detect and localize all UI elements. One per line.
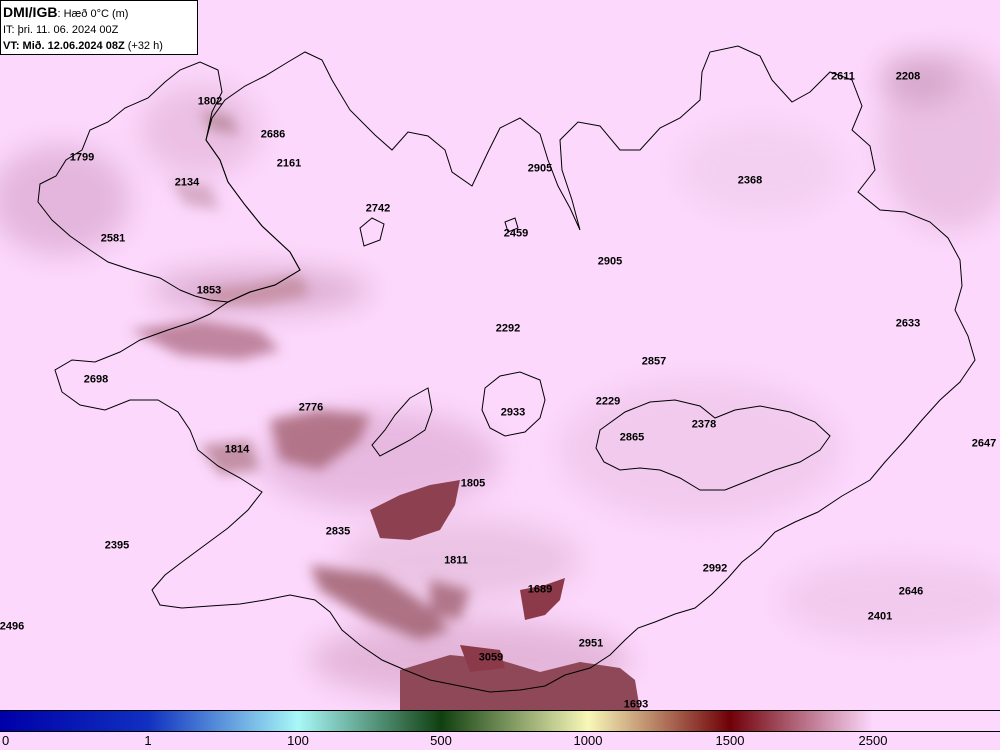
value-label: 1805: [460, 477, 486, 490]
value-label: 3059: [478, 651, 504, 664]
valid-time-line: VT: Mið. 12.06.2024 08Z (+32 h): [3, 38, 197, 54]
value-label: 2646: [898, 585, 924, 598]
value-label: 2208: [895, 70, 921, 83]
value-label: 2161: [276, 157, 302, 170]
value-label: 1802: [197, 95, 223, 108]
value-label: 2776: [298, 401, 324, 414]
colorbar-tick-label: 1500: [715, 733, 745, 748]
value-label: 1814: [224, 443, 250, 456]
value-label: 1811: [444, 554, 468, 567]
value-label: 2698: [83, 373, 109, 386]
value-label: 2857: [641, 355, 667, 368]
value-label: 2835: [325, 525, 351, 538]
value-label: 2368: [737, 174, 763, 187]
value-label: 2496: [0, 620, 25, 633]
value-label: 1689: [527, 583, 553, 596]
colorbar-ticks: 0 1 100 500 1000 1500 2500: [0, 732, 1000, 750]
value-label: 2581: [100, 232, 126, 245]
value-label: 2401: [867, 610, 893, 623]
colorbar-tick-label: 1000: [573, 733, 603, 748]
value-label: 2992: [702, 562, 728, 575]
value-label: 2378: [691, 418, 717, 431]
value-label: 2395: [104, 539, 130, 552]
colorbar-tick-label: 2500: [858, 733, 888, 748]
colorbar-tick-label: 1: [144, 733, 152, 748]
colorbar-tick-label: 100: [287, 733, 309, 748]
value-label: 2611: [831, 70, 855, 83]
value-label: 1799: [69, 151, 95, 164]
value-label: 2633: [895, 317, 921, 330]
value-label: 2865: [619, 431, 645, 444]
value-label: 2459: [503, 227, 529, 240]
value-label: 2292: [495, 322, 521, 335]
freezing-level-map: [0, 0, 1000, 710]
value-label: 2742: [365, 202, 391, 215]
value-label: 2951: [578, 637, 604, 650]
valid-time: VT: Mið. 12.06.2024 08Z: [3, 40, 125, 52]
init-time: IT: þri. 11. 06. 2024 00Z: [3, 24, 119, 36]
lead-time: (+32 h): [124, 40, 163, 52]
colorbar-tick-label: 0: [2, 733, 10, 748]
colorbar: [0, 710, 1000, 732]
field-title: : Hæð 0°C (m): [57, 8, 129, 20]
title-line: DMI/IGB: Hæð 0°C (m): [3, 4, 197, 22]
colorbar-tick-label: 500: [430, 733, 452, 748]
brand-label: DMI/IGB: [3, 4, 58, 20]
value-label: 2229: [595, 395, 621, 408]
value-label: 2905: [527, 162, 553, 175]
value-label: 2905: [597, 255, 623, 268]
value-label: 2134: [174, 176, 200, 189]
value-label: 1693: [623, 698, 649, 711]
value-label: 2647: [971, 437, 997, 450]
value-label: 2933: [500, 406, 526, 419]
title-box: DMI/IGB: Hæð 0°C (m) IT: þri. 11. 06. 20…: [0, 0, 198, 55]
map-area: 1802 2686 2161 1799 2134 2742 2905 2611 …: [0, 0, 1000, 710]
value-label: 2686: [260, 128, 286, 141]
value-label: 1853: [196, 284, 222, 297]
